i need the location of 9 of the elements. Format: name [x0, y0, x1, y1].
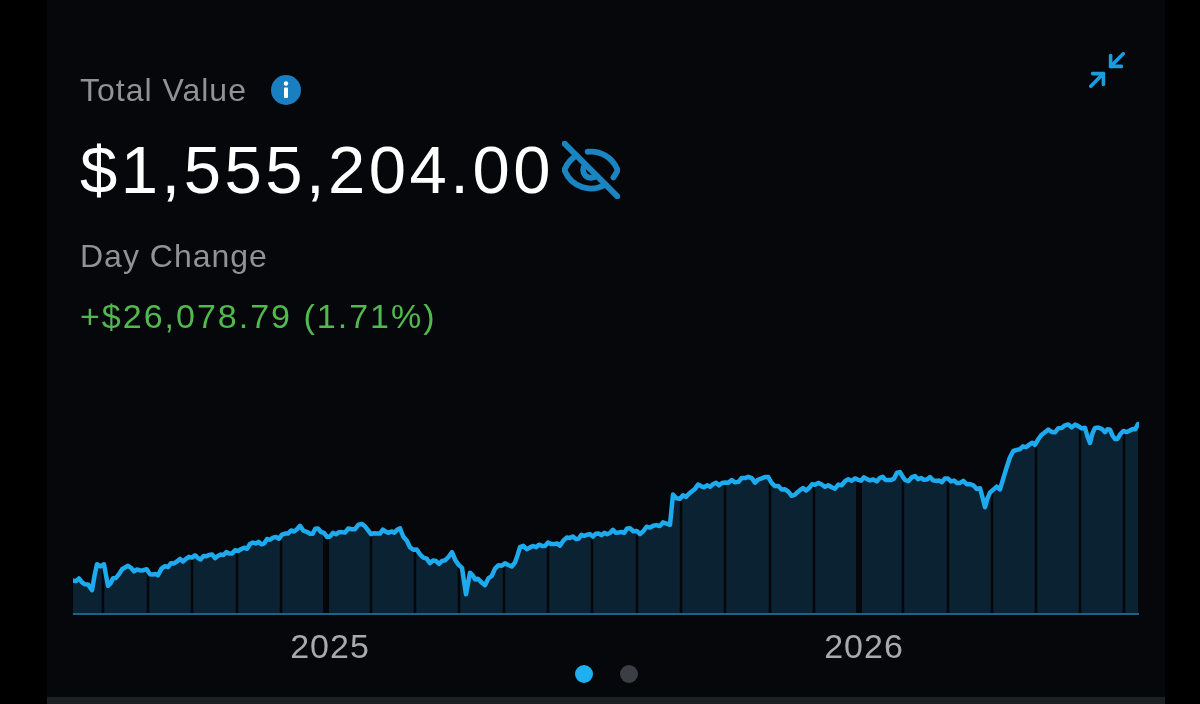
day-change-label: Day Change: [80, 237, 268, 275]
total-value: $1,555,204.00: [80, 131, 554, 209]
total-value-label: Total Value: [80, 71, 247, 109]
day-change-value: +$26,078.79 (1.71%): [80, 297, 437, 335]
info-icon[interactable]: [270, 75, 301, 105]
eye-slash-icon[interactable]: [561, 141, 620, 199]
x-axis-label: 2026: [824, 627, 904, 665]
x-axis-label: 2025: [290, 627, 370, 665]
inward-arrows-icon[interactable]: [1089, 52, 1125, 88]
